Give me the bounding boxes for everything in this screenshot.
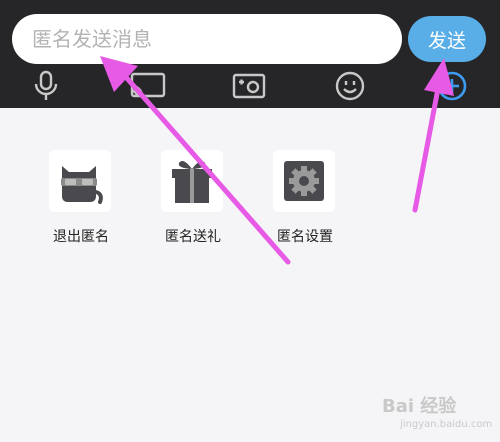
microphone-icon[interactable] — [28, 68, 64, 104]
app-tile[interactable] — [49, 150, 111, 212]
anonymous-cat-icon — [61, 166, 103, 204]
watermark-url: jingyan.baidu.com — [400, 419, 493, 430]
app-label: 匿名送礼 — [165, 229, 221, 245]
gift-icon — [172, 161, 212, 203]
send-button[interactable]: 发送 — [408, 16, 486, 62]
photo-icon[interactable] — [230, 68, 268, 104]
emoji-icon[interactable] — [332, 68, 368, 104]
anonymous-gift-button[interactable]: 匿名送礼 — [148, 150, 238, 260]
watermark-brand: Bai 经验 — [382, 396, 457, 417]
message-input[interactable] — [30, 26, 394, 52]
screen-share-icon[interactable] — [128, 68, 168, 104]
app-tile[interactable] — [273, 150, 335, 212]
message-input-container[interactable] — [12, 14, 402, 64]
exit-anonymous-button[interactable]: 退出匿名 — [36, 150, 126, 260]
toolbar — [0, 66, 500, 108]
plus-circle-icon[interactable] — [434, 68, 470, 104]
app-tile[interactable] — [161, 150, 223, 212]
anonymous-settings-button[interactable]: 匿名设置 — [260, 150, 350, 260]
input-bar: 发送 — [0, 0, 500, 108]
baidu-watermark: Bai 经验 jingyan.baidu.com — [382, 392, 494, 436]
app-label: 匿名设置 — [277, 229, 333, 245]
app-label: 退出匿名 — [53, 229, 109, 245]
settings-gear-icon — [284, 161, 324, 201]
